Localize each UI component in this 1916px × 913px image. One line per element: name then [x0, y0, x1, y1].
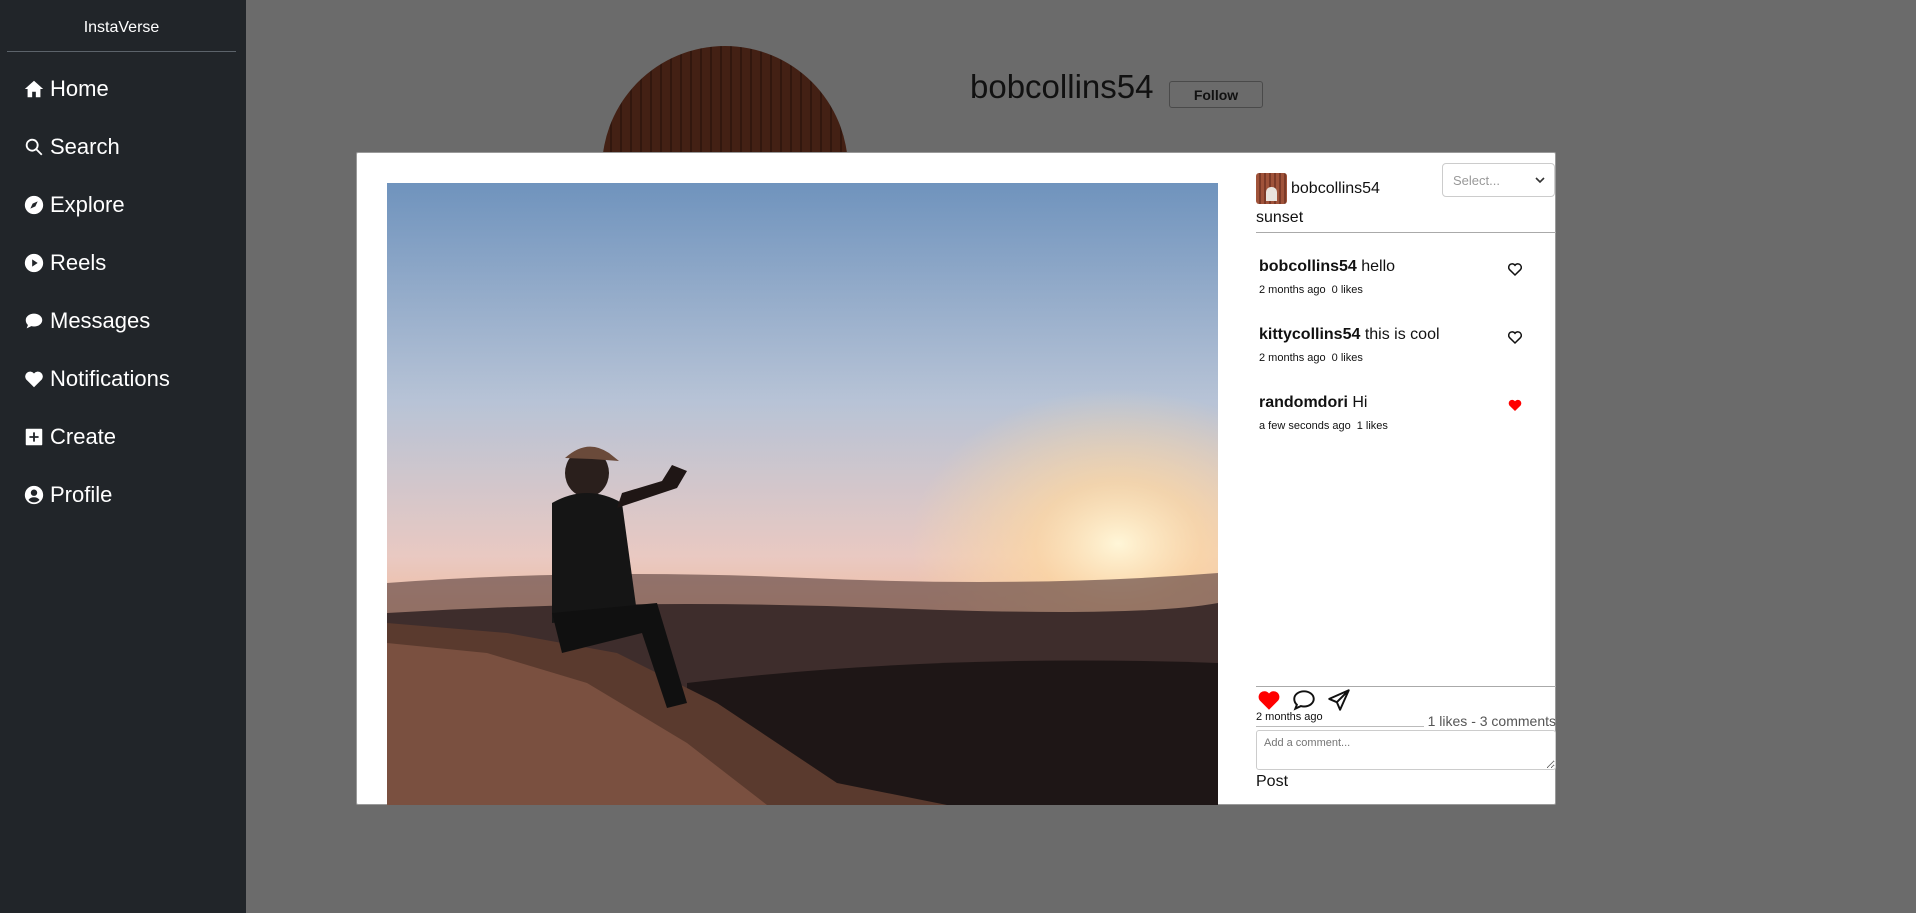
- comment-text: hello: [1361, 258, 1396, 275]
- sidebar-item-label: Create: [50, 424, 117, 449]
- share-send-icon[interactable]: [1326, 687, 1352, 713]
- sidebar-item-messages[interactable]: Messages: [0, 292, 246, 350]
- sidebar-item-create[interactable]: Create: [0, 408, 246, 466]
- comment-item: randomdori Hi a few seconds ago 1 likes: [1259, 394, 1556, 462]
- follow-button[interactable]: Follow: [1169, 81, 1263, 108]
- person-circle-icon: [22, 483, 46, 507]
- comment-text: this is cool: [1364, 326, 1440, 343]
- post-photo: [387, 183, 1218, 805]
- sidebar-item-home[interactable]: Home: [0, 60, 246, 118]
- sidebar: InstaVerse Home Search Explore Reels Mes…: [0, 0, 246, 913]
- comment-input[interactable]: [1256, 730, 1556, 770]
- post-comment-button[interactable]: Post: [1256, 773, 1288, 791]
- sidebar-item-explore[interactable]: Explore: [0, 176, 246, 234]
- sidebar-item-label: Explore: [50, 192, 125, 217]
- post-actions: [1256, 687, 1361, 713]
- comment-likes: 0 likes: [1331, 352, 1363, 364]
- heart-icon: [22, 367, 46, 391]
- search-icon: [22, 135, 46, 159]
- chat-bubble-icon: [22, 309, 46, 333]
- comment-likes: 1 likes: [1356, 420, 1388, 432]
- post-modal: bobcollins54 Select... sunset bobcollins…: [356, 152, 1556, 805]
- post-sidebar: bobcollins54 Select... sunset bobcollins…: [1256, 153, 1556, 806]
- sidebar-item-label: Home: [50, 76, 109, 101]
- post-author[interactable]: bobcollins54: [1291, 180, 1380, 198]
- post-header: bobcollins54: [1256, 173, 1380, 204]
- plus-square-icon: [22, 425, 46, 449]
- comment-author[interactable]: randomdori: [1259, 394, 1348, 411]
- sidebar-item-profile[interactable]: Profile: [0, 466, 246, 524]
- comment-time: a few seconds ago: [1259, 420, 1351, 432]
- comment-list: bobcollins54 hello 2 months ago 0 likes k…: [1259, 258, 1556, 462]
- comment-author[interactable]: bobcollins54: [1259, 258, 1357, 275]
- post-options-select[interactable]: Select...: [1442, 163, 1555, 197]
- comment-icon[interactable]: [1291, 687, 1317, 713]
- sidebar-item-label: Profile: [50, 482, 113, 507]
- heart-outline-icon[interactable]: [1506, 260, 1524, 278]
- home-icon: [22, 77, 46, 101]
- profile-username: bobcollins54: [970, 68, 1154, 105]
- sidebar-item-label: Search: [50, 134, 120, 159]
- sidebar-item-label: Notifications: [50, 366, 170, 391]
- comment-likes: 0 likes: [1331, 284, 1363, 296]
- comment-item: kittycollins54 this is cool 2 months ago…: [1259, 326, 1556, 394]
- comment-text: Hi: [1352, 394, 1368, 411]
- play-circle-icon: [22, 251, 46, 275]
- avatar[interactable]: [1256, 173, 1287, 204]
- sidebar-item-notifications[interactable]: Notifications: [0, 350, 246, 408]
- post-date: 2 months ago: [1256, 711, 1424, 727]
- comment-author[interactable]: kittycollins54: [1259, 326, 1360, 343]
- comment-time: 2 months ago: [1259, 352, 1326, 364]
- heart-outline-icon[interactable]: [1506, 328, 1524, 346]
- post-caption: sunset: [1256, 209, 1556, 233]
- comment-time: 2 months ago: [1259, 284, 1326, 296]
- sidebar-item-label: Messages: [50, 308, 151, 333]
- sidebar-nav: Home Search Explore Reels Messages Notif…: [0, 60, 246, 524]
- brand-logo[interactable]: InstaVerse: [7, 0, 236, 52]
- select-placeholder: Select...: [1453, 173, 1500, 188]
- sidebar-item-label: Reels: [50, 250, 107, 275]
- post-stats: 1 likes - 3 comments: [1427, 713, 1556, 729]
- comment-item: bobcollins54 hello 2 months ago 0 likes: [1259, 258, 1556, 326]
- sidebar-item-reels[interactable]: Reels: [0, 234, 246, 292]
- heart-filled-icon[interactable]: [1256, 687, 1282, 713]
- compass-icon: [22, 193, 46, 217]
- heart-filled-icon[interactable]: [1506, 396, 1524, 414]
- sidebar-item-search[interactable]: Search: [0, 118, 246, 176]
- chevron-down-icon: [1535, 177, 1545, 184]
- post-photo-image: [387, 183, 1218, 805]
